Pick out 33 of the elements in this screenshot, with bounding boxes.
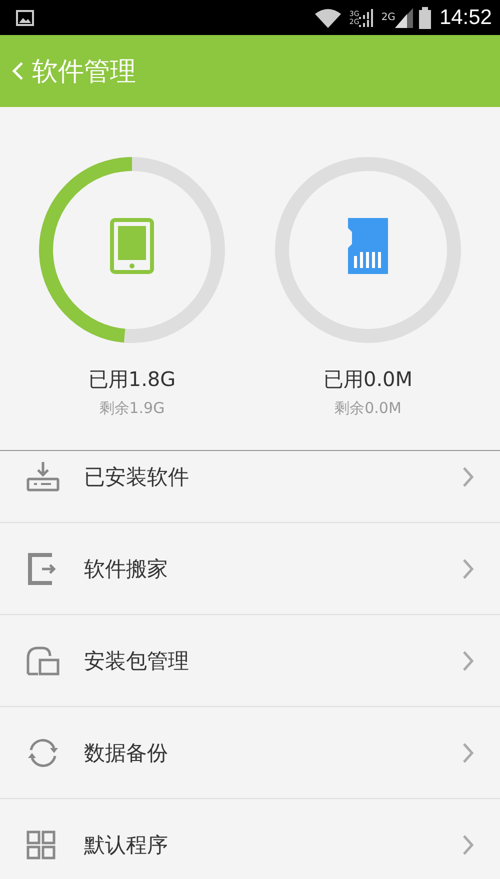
used-label: 已用0.0M xyxy=(323,366,413,393)
tray-download-icon xyxy=(26,462,60,492)
menu-item[interactable]: 安装包管理 xyxy=(0,615,500,706)
clock: 14:52 xyxy=(439,6,492,30)
chevron-icon xyxy=(462,466,474,488)
chevron-icon xyxy=(462,650,474,672)
menu-item[interactable]: 软件搬家 xyxy=(0,523,500,614)
network-label: 2G xyxy=(381,12,396,23)
free-label: 剩余1.9G xyxy=(99,399,165,418)
menu-item[interactable]: 数据备份 xyxy=(0,707,500,798)
phone-icon xyxy=(112,220,152,272)
menu-label: 数据备份 xyxy=(84,740,169,766)
wifi-icon xyxy=(315,8,342,28)
chevron-icon xyxy=(462,834,474,856)
page-title: 软件管理 xyxy=(32,56,136,88)
battery-icon xyxy=(419,6,432,28)
free-label: 剩余0.0M xyxy=(334,399,402,418)
menu-label: 已安装软件 xyxy=(84,464,190,490)
chevron-icon xyxy=(462,558,474,580)
menu-label: 安装包管理 xyxy=(84,648,190,674)
used-label: 已用1.8G xyxy=(88,366,176,393)
signal-icon xyxy=(359,8,374,26)
package-icon xyxy=(26,646,60,676)
image-icon xyxy=(16,10,34,26)
sd-card-icon xyxy=(348,218,388,274)
chevron-icon xyxy=(462,742,474,764)
menu-item[interactable]: 已安装软件 xyxy=(0,451,500,522)
menu-label: 软件搬家 xyxy=(84,556,169,582)
menu-item[interactable]: 默认程序 xyxy=(0,799,500,879)
grid-icon xyxy=(26,830,56,860)
signal-icon xyxy=(395,8,414,28)
back-icon[interactable] xyxy=(12,61,24,81)
menu-label: 默认程序 xyxy=(84,832,169,858)
